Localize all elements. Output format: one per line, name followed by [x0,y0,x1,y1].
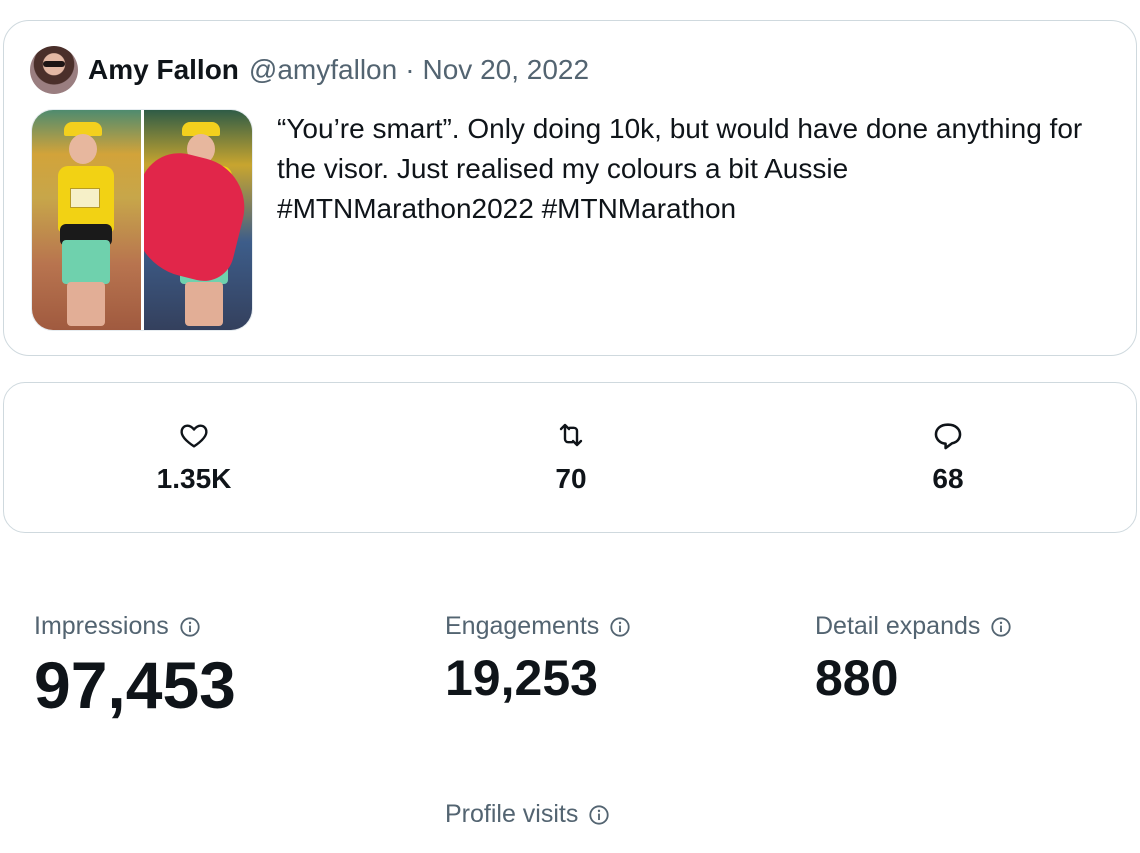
impressions-label: Impressions [34,612,169,640]
engagements-label-row: Engagements [445,612,631,641]
tweet-date[interactable]: Nov 20, 2022 [423,54,590,86]
avatar[interactable] [30,46,78,94]
profile-visits-label-row: Profile visits [445,800,610,829]
detail-expands-metric: Detail expands 880 [815,612,1012,707]
author-name[interactable]: Amy Fallon [88,54,239,86]
engagements-label: Engagements [445,612,600,640]
heart-icon[interactable] [177,419,211,451]
profile-visits-label: Profile visits [445,800,579,828]
media-photo-1[interactable] [32,110,141,330]
info-icon[interactable] [179,616,201,638]
retweets-item[interactable]: 70 [501,383,641,533]
tweet-text: “You’re smart”. Only doing 10k, but woul… [277,113,1083,224]
photo-2-red-sleeve [143,144,252,288]
likes-count: 1.35K [156,463,232,494]
replies-count: 68 [932,463,964,494]
profile-visits-metric: Profile visits [445,800,610,829]
meta-separator: · [405,54,415,85]
detail-expands-value: 880 [815,650,899,706]
info-icon[interactable] [609,616,631,638]
impressions-metric: Impressions 97,453 [34,612,236,723]
tweet-media[interactable] [31,109,253,331]
impressions-value: 97,453 [34,648,236,722]
engagement-bar: 1.35K 70 68 [3,382,1137,533]
tweet-analytics-page: Amy Fallon @amyfallon · Nov 20, 2022 “Yo… [0,0,1140,853]
detail-expands-label-row: Detail expands [815,612,1012,641]
media-photo-2[interactable] [143,110,252,330]
tweet-header: Amy Fallon @amyfallon · Nov 20, 2022 [30,45,589,95]
detail-expands-label: Detail expands [815,612,981,640]
reply-icon[interactable] [931,419,965,453]
author-handle[interactable]: @amyfallon [249,54,397,86]
likes-item[interactable]: 1.35K [124,383,264,533]
info-icon[interactable] [990,616,1012,638]
retweets-count: 70 [555,463,587,494]
replies-item[interactable]: 68 [878,383,1018,533]
retweet-icon[interactable] [553,419,589,451]
photo-1-figure [54,122,118,327]
engagements-metric: Engagements 19,253 [445,612,631,707]
tweet-card[interactable]: Amy Fallon @amyfallon · Nov 20, 2022 “Yo… [3,20,1137,356]
impressions-label-row: Impressions [34,612,236,641]
info-icon[interactable] [588,804,610,826]
engagements-value: 19,253 [445,650,598,706]
